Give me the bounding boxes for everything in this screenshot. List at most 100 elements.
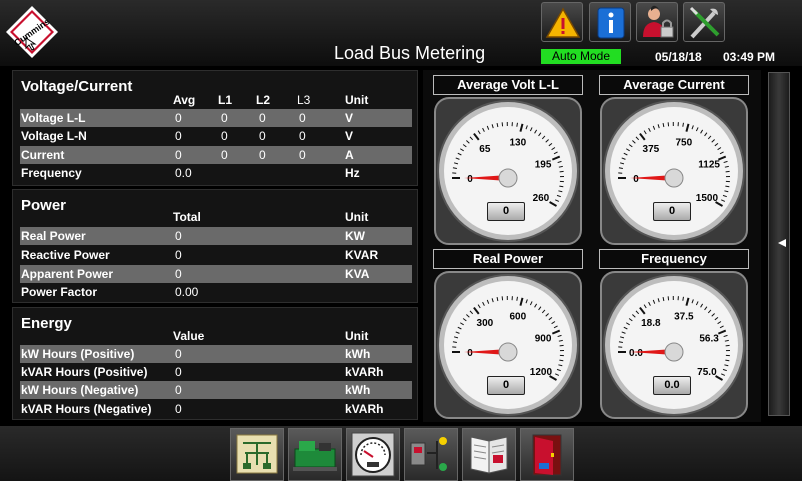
avg-value: 0 (175, 148, 182, 162)
column-header-l2: L2 (256, 93, 271, 107)
column-header-l1: L1 (218, 93, 233, 107)
l3-value: 0 (299, 148, 306, 162)
energy-panel: Energy Value Unit kW Hours (Positive) 0 … (12, 307, 418, 420)
power-readout: 0 (487, 376, 525, 395)
l2-value: 0 (259, 111, 266, 125)
frequency-gauge: 0.0 18.8 37.5 56.3 75.0 (600, 271, 748, 419)
panel-title: Voltage/Current (21, 78, 133, 95)
tick-label: 260 (533, 193, 550, 204)
table-row: Voltage L-N 0 0 0 0 V (20, 127, 412, 145)
transfer-switch-icon (410, 437, 447, 471)
panel-title: Energy (21, 315, 72, 332)
table-row: Power Factor 0.00 (20, 283, 412, 301)
table-row: Current 0 0 0 0 A (20, 146, 412, 164)
tick-label: 65 (479, 144, 491, 155)
column-header-total: Total (173, 210, 201, 224)
table-row: Reactive Power 0 KVAR (20, 246, 412, 264)
avg-value: 0 (175, 111, 182, 125)
row-label: Apparent Power (21, 267, 114, 281)
minor-tick (682, 122, 684, 127)
info-button[interactable] (589, 2, 631, 42)
frequency-readout: 0.0 (653, 376, 691, 395)
transfer-switch-button[interactable] (404, 428, 458, 481)
row-label: Voltage L-N (21, 129, 87, 143)
row-label: Voltage L-L (21, 111, 86, 125)
cummins-logo: Cummins (6, 6, 58, 58)
row-label: Frequency (21, 166, 82, 180)
needle-hub (664, 168, 684, 188)
gauge-title-current: Average Current (599, 75, 749, 95)
metering-button[interactable] (346, 428, 400, 481)
tick-label: 0 (467, 348, 473, 359)
user-login-button[interactable] (636, 2, 678, 42)
tick-label: 0 (467, 174, 473, 185)
generator-button[interactable] (288, 428, 342, 481)
tick-label: 300 (477, 318, 494, 329)
unit-value: KVAR (345, 248, 379, 262)
energy-value: 0 (175, 347, 182, 361)
exit-button[interactable] (520, 428, 574, 481)
scroll-left-arrow-icon[interactable] (778, 239, 786, 247)
energy-value: 0 (175, 383, 182, 397)
warning-icon (545, 7, 581, 38)
needle-hub (498, 342, 518, 362)
minor-tick (725, 359, 730, 362)
tick-label: 375 (643, 144, 660, 155)
minor-tick (516, 296, 518, 301)
row-label: kW Hours (Positive) (21, 347, 135, 361)
table-row: Voltage L-L 0 0 0 0 V (20, 109, 412, 127)
generator-icon (293, 441, 337, 471)
table-row: Real Power 0 KW (20, 227, 412, 245)
gauge-title-volt: Average Volt L-L (433, 75, 583, 95)
l1-value: 0 (221, 148, 228, 162)
unit-value: V (345, 129, 354, 143)
gauge-area: Average Volt L-L Average Current Real Po… (423, 70, 761, 422)
tools-button[interactable] (683, 2, 725, 42)
column-header-value: Value (173, 329, 205, 343)
tick-label: 600 (509, 311, 526, 322)
tick-label: 0 (633, 174, 639, 185)
unit-value: kVARh (345, 402, 384, 416)
minor-tick (516, 122, 518, 127)
one-line-diagram-button[interactable] (230, 428, 284, 481)
tick-label: 0.0 (629, 348, 643, 359)
power-panel: Power Total Unit Real Power 0 KW Reactiv… (12, 189, 418, 303)
avg-value: 0.0 (175, 166, 192, 180)
warning-button[interactable] (541, 2, 583, 42)
time-display: 03:49 PM (723, 50, 776, 64)
tick-label: 750 (675, 137, 692, 148)
volt-gauge: 0 65 130 195 260 (434, 97, 582, 245)
tick-label: 1500 (696, 193, 719, 204)
tick-label: 1200 (530, 367, 553, 378)
table-row: kVAR Hours (Negative) 0 kVARh (20, 400, 412, 418)
unit-value: A (345, 148, 354, 162)
column-header-l3: L3 (297, 93, 311, 107)
tick-label: 56.3 (699, 333, 719, 344)
tick-label: 195 (535, 159, 552, 170)
l1-value: 0 (221, 129, 228, 143)
minor-tick (725, 185, 730, 188)
unit-value: KW (345, 229, 365, 243)
exit-door-icon (532, 434, 562, 476)
avg-value: 0 (175, 129, 182, 143)
row-label: kVAR Hours (Positive) (21, 365, 148, 379)
tick-label: 18.8 (641, 318, 661, 329)
needle-hub (498, 168, 518, 188)
column-header-unit: Unit (345, 329, 369, 343)
l2-value: 0 (259, 148, 266, 162)
row-label: Real Power (21, 229, 86, 243)
tick-label: 1125 (698, 159, 720, 170)
event-log-button[interactable] (462, 428, 516, 481)
voltage-current-panel: Voltage/Current Avg L1 L2 L3 Unit Voltag… (12, 70, 418, 186)
date-display: 05/18/18 (655, 50, 702, 64)
column-header-unit: Unit (345, 93, 369, 107)
header-bar: Cummins Load Bus Metering Auto Mode 05/1… (0, 0, 802, 66)
tick-label: 37.5 (674, 311, 694, 322)
needle-hub (664, 342, 684, 362)
row-label: Current (21, 148, 65, 162)
gauge-title-power: Real Power (433, 249, 583, 269)
row-label: Reactive Power (21, 248, 110, 262)
l2-value: 0 (259, 129, 266, 143)
panel-title: Power (21, 197, 67, 214)
table-row: kW Hours (Positive) 0 kWh (20, 345, 412, 363)
